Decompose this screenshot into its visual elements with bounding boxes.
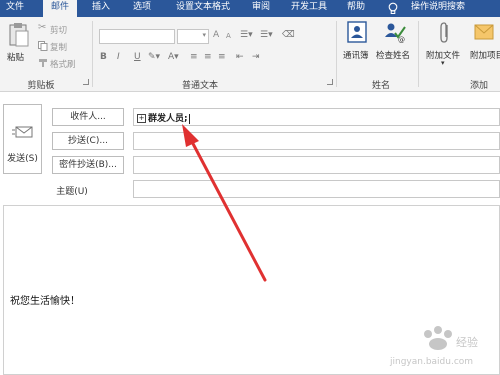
names-group-label: 姓名 <box>371 81 390 91</box>
tab-developer[interactable]: 开发工具 <box>285 0 333 17</box>
font-color-button[interactable]: A▾ <box>168 52 179 62</box>
align-center-button[interactable]: ≡ <box>204 52 212 62</box>
include-group-label: 添加 <box>470 81 489 91</box>
body-text: 祝您生活愉快！ <box>10 296 80 307</box>
group-divider <box>418 21 419 87</box>
subject-label: 主题(U) <box>56 187 88 197</box>
attach-file-icon <box>440 22 448 43</box>
subject-field[interactable] <box>133 180 500 198</box>
align-left-button[interactable]: ≡ <box>190 52 198 62</box>
to-field[interactable]: + 群发人员; <box>133 108 500 126</box>
highlight-color-button[interactable]: ✎▾ <box>148 52 160 62</box>
tab-review[interactable]: 审阅 <box>247 0 275 17</box>
attach-file-button[interactable]: 附加文件 ▾ <box>424 21 466 73</box>
check-names-button[interactable]: @ 检查姓名 <box>376 21 416 67</box>
basic-text-launcher[interactable] <box>327 79 333 85</box>
svg-text:@: @ <box>398 36 405 43</box>
shrink-font-button[interactable]: A <box>226 32 231 40</box>
expand-group-icon[interactable]: + <box>137 114 146 123</box>
tab-mail[interactable]: 邮件 <box>43 0 77 17</box>
attach-item-label: 附加项目 <box>470 51 500 61</box>
basic-text-group-label: 普通文本 <box>181 81 218 91</box>
tab-tell-me[interactable]: 操作说明搜索 <box>405 0 471 17</box>
text-caret <box>188 113 190 124</box>
format-painter-label: 格式刷 <box>50 60 76 70</box>
paste-icon <box>9 23 29 47</box>
cut-label: 剪切 <box>50 26 68 36</box>
address-book-label: 通讯簿 <box>343 51 369 61</box>
font-name-select[interactable] <box>99 29 175 44</box>
bcc-field[interactable] <box>133 156 500 174</box>
format-painter-button[interactable]: 格式刷 <box>38 58 84 70</box>
format-painter-icon <box>39 59 47 67</box>
cc-button[interactable]: 抄送(C)... <box>52 132 124 150</box>
svg-text:jingyan.baidu.com: jingyan.baidu.com <box>389 357 473 367</box>
attach-item-button[interactable]: 附加项目 <box>468 21 500 73</box>
cc-field[interactable] <box>133 132 500 150</box>
copy-label: 复制 <box>50 43 68 53</box>
clear-formatting-button[interactable]: ⌫ <box>282 30 295 40</box>
menu-tab-bar: 文件 邮件 插入 选项 设置文本格式 审阅 开发工具 帮助 操作说明搜索 <box>0 0 500 17</box>
baidu-jingyan-watermark: 经验 jingyan.baidu.com <box>389 326 478 367</box>
send-icon <box>12 126 33 138</box>
bold-button[interactable]: B <box>100 52 107 62</box>
check-names-icon: @ <box>385 23 406 43</box>
tab-file[interactable]: 文件 <box>0 0 30 17</box>
ribbon: 粘贴 ✂ 剪切 复制 格式刷 剪贴板 ▾ A A ☰▾ ☰▾ ⌫ B I U ✎… <box>0 17 500 92</box>
to-button[interactable]: 收件人... <box>52 108 124 126</box>
copy-icon <box>38 41 48 51</box>
tab-options[interactable]: 选项 <box>127 0 157 17</box>
address-book-button[interactable]: 通讯簿 <box>342 21 374 67</box>
bcc-button[interactable]: 密件抄送(B)... <box>52 156 124 174</box>
svg-text:经验: 经验 <box>456 335 478 349</box>
group-divider <box>336 21 337 87</box>
cut-icon: ✂ <box>38 22 47 33</box>
copy-button[interactable]: 复制 <box>38 41 74 53</box>
indent-button[interactable]: ⇥ <box>252 52 260 62</box>
numbering-button[interactable]: ☰▾ <box>260 30 273 40</box>
tab-help[interactable]: 帮助 <box>342 0 370 17</box>
clipboard-group-label: 剪贴板 <box>27 81 55 91</box>
attach-item-icon <box>474 24 494 40</box>
check-names-label: 检查姓名 <box>376 51 411 61</box>
chevron-down-icon: ▾ <box>441 59 445 67</box>
font-size-select[interactable]: ▾ <box>177 29 209 44</box>
clipboard-launcher[interactable] <box>83 79 89 85</box>
outdent-button[interactable]: ⇤ <box>236 52 244 62</box>
tab-format-text[interactable]: 设置文本格式 <box>168 0 238 17</box>
bullets-button[interactable]: ☰▾ <box>240 30 253 40</box>
cut-button[interactable]: ✂ 剪切 <box>38 22 74 36</box>
tab-insert[interactable]: 插入 <box>86 0 116 17</box>
paste-label: 粘贴 <box>7 53 25 63</box>
italic-button[interactable]: I <box>117 52 120 62</box>
paste-button[interactable]: 粘贴 <box>5 20 33 66</box>
recipient-chip[interactable]: + 群发人员; <box>137 111 190 124</box>
send-button[interactable]: 发送(S) <box>3 104 42 174</box>
recipient-chip-label: 群发人员; <box>148 114 188 124</box>
address-book-icon <box>347 21 367 43</box>
send-label: 发送(S) <box>7 154 38 164</box>
chevron-down-icon: ▾ <box>202 31 206 39</box>
lightbulb-icon <box>388 2 398 14</box>
underline-button[interactable]: U <box>134 52 141 62</box>
align-right-button[interactable]: ≡ <box>218 52 226 62</box>
grow-font-button[interactable]: A <box>213 30 219 40</box>
group-divider <box>92 21 93 87</box>
